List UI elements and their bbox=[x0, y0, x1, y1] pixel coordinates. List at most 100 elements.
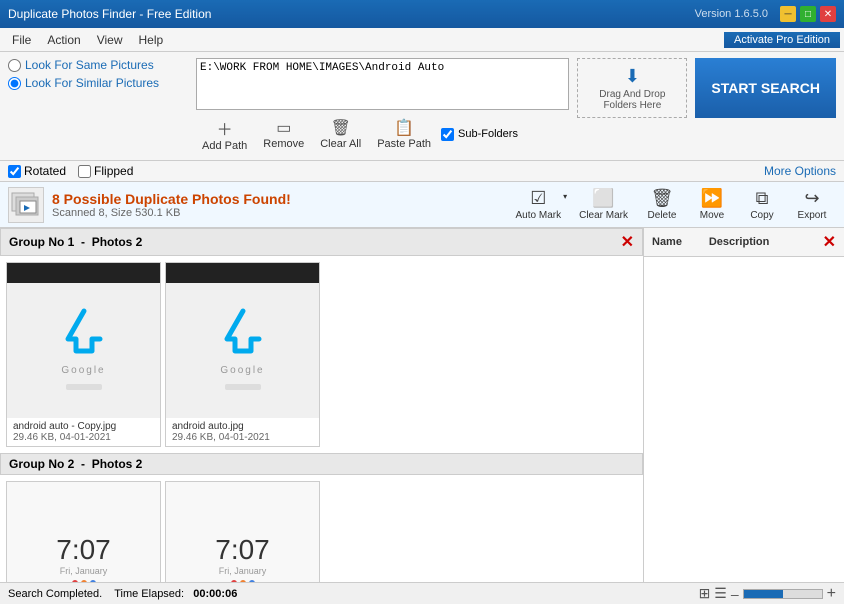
results-icon bbox=[8, 187, 44, 223]
group-2-photos: 7:07 Fri, January photo3.jpg 25.00 KB, 0… bbox=[0, 475, 643, 582]
clock-time: 7:07 bbox=[56, 534, 111, 566]
look-for-similar-radio[interactable] bbox=[8, 77, 21, 90]
auto-mark-icon: ☑ bbox=[530, 188, 546, 209]
search-radio-options: Look For Same Pictures Look For Similar … bbox=[8, 58, 188, 90]
copy-button[interactable]: ⧉ Copy bbox=[738, 186, 786, 223]
delete-icon: 🗑 bbox=[651, 188, 674, 209]
table-row[interactable]: Google android auto.jpg 29.46 KB, 04-01-… bbox=[165, 262, 320, 447]
more-options-link[interactable]: More Options bbox=[764, 164, 836, 178]
results-subtitle: Scanned 8, Size 530.1 KB bbox=[52, 207, 500, 219]
drag-drop-icon: ⬇ bbox=[625, 66, 640, 87]
sub-folders-checkbox[interactable] bbox=[441, 128, 454, 141]
zoom-out-icon[interactable]: – bbox=[731, 586, 739, 602]
group-1-header[interactable]: Group No 1 - Photos 2 ✕ bbox=[0, 228, 643, 256]
menu-help[interactable]: Help bbox=[131, 31, 172, 49]
title-bar: Duplicate Photos Finder - Free Edition V… bbox=[0, 0, 844, 28]
aa-google-text-2: Google bbox=[220, 365, 264, 376]
zoom-fill bbox=[744, 590, 783, 598]
photo-1-meta: 29.46 KB, 04-01-2021 bbox=[13, 432, 154, 443]
photo-topbar bbox=[7, 263, 160, 283]
group-2-header[interactable]: Group No 2 - Photos 2 bbox=[0, 453, 643, 475]
table-row[interactable]: 7:07 Fri, January photo3.jpg 25.00 KB, 0… bbox=[6, 481, 161, 582]
groups-container: Group No 1 - Photos 2 ✕ bbox=[0, 228, 643, 582]
results-bar: 8 Possible Duplicate Photos Found! Scann… bbox=[0, 182, 844, 228]
delete-button[interactable]: 🗑 Delete bbox=[638, 186, 686, 223]
group-1: Group No 1 - Photos 2 ✕ bbox=[0, 228, 643, 453]
sub-folders-label[interactable]: Sub-Folders bbox=[458, 128, 518, 140]
photo2-topbar bbox=[166, 263, 319, 283]
clear-mark-button[interactable]: ⬜ Clear Mark bbox=[571, 186, 636, 223]
photo-1-info: android auto - Copy.jpg 29.46 KB, 04-01-… bbox=[7, 418, 160, 446]
flipped-checkbox[interactable] bbox=[78, 165, 91, 178]
move-icon: ⏩ bbox=[701, 188, 723, 209]
look-for-same-label[interactable]: Look For Same Pictures bbox=[25, 58, 154, 72]
photo-1-name: android auto - Copy.jpg bbox=[13, 421, 154, 432]
zoom-slider[interactable] bbox=[743, 589, 823, 599]
look-for-same-row: Look For Same Pictures bbox=[8, 58, 188, 72]
photo-1-thumb: Google bbox=[7, 263, 160, 418]
desc-col-header: Description bbox=[709, 236, 823, 248]
copy-icon: ⧉ bbox=[756, 188, 769, 209]
aa-arrow-icon-2 bbox=[213, 301, 273, 361]
add-path-icon: ＋ bbox=[217, 116, 233, 140]
maximize-button[interactable]: □ bbox=[800, 6, 816, 22]
export-button[interactable]: ↪ Export bbox=[788, 186, 836, 223]
activate-pro-button[interactable]: Activate Pro Edition bbox=[724, 32, 840, 48]
group-1-label: Group No 1 - Photos 2 bbox=[9, 235, 142, 249]
table-row[interactable]: Google android auto - Copy.jpg 29.46 KB,… bbox=[6, 262, 161, 447]
photo-4-thumb: 7:07 Fri, January bbox=[166, 482, 319, 582]
table-row[interactable]: 7:07 Fri, January photo4.jpg 25.00 KB, 0… bbox=[165, 481, 320, 582]
photo-2-info: android auto.jpg 29.46 KB, 04-01-2021 bbox=[166, 418, 319, 446]
remove-icon: ▭ bbox=[276, 118, 291, 138]
remove-button[interactable]: ▭ Remove bbox=[257, 116, 310, 152]
add-path-button[interactable]: ＋ Add Path bbox=[196, 114, 253, 154]
list-view-icon[interactable]: ☰ bbox=[714, 585, 727, 602]
grid-view-icon[interactable]: ⊞ bbox=[699, 585, 711, 602]
photo-3-thumb: 7:07 Fri, January bbox=[7, 482, 160, 582]
status-bar: Search Completed. Time Elapsed: 00:00:06… bbox=[0, 582, 844, 604]
right-panel-close-icon[interactable]: ✕ bbox=[823, 232, 836, 252]
right-panel-header: Name Description ✕ bbox=[644, 228, 844, 257]
right-panel: Name Description ✕ bbox=[644, 228, 844, 582]
app-title: Duplicate Photos Finder - Free Edition bbox=[8, 7, 211, 21]
clock-sub: Fri, January bbox=[60, 566, 108, 576]
drag-drop-text2: Folders Here bbox=[603, 100, 661, 111]
flipped-label[interactable]: Flipped bbox=[78, 164, 133, 178]
start-search-button[interactable]: START SEARCH bbox=[695, 58, 836, 118]
move-button[interactable]: ⏩ Move bbox=[688, 186, 736, 223]
group-2: Group No 2 - Photos 2 7:07 Fri, January bbox=[0, 453, 643, 582]
auto-mark-button[interactable]: ☑ Auto Mark ▾ bbox=[508, 186, 570, 223]
results-text: 8 Possible Duplicate Photos Found! Scann… bbox=[52, 191, 500, 219]
photo-thumb-content-2: Google bbox=[166, 263, 319, 418]
drag-drop-area[interactable]: ⬇ Drag And Drop Folders Here bbox=[577, 58, 687, 118]
paste-path-button[interactable]: 📋 Paste Path bbox=[371, 116, 437, 152]
paste-path-icon: 📋 bbox=[394, 118, 414, 138]
export-icon: ↪ bbox=[804, 188, 819, 209]
rotated-label[interactable]: Rotated bbox=[8, 164, 66, 178]
look-for-same-radio[interactable] bbox=[8, 59, 21, 72]
check-options-row: Rotated Flipped More Options bbox=[0, 161, 844, 182]
close-button[interactable]: ✕ bbox=[820, 6, 836, 22]
main-content: Group No 1 - Photos 2 ✕ bbox=[0, 228, 844, 582]
menu-action[interactable]: Action bbox=[39, 31, 88, 49]
photo-2-thumb: Google bbox=[166, 263, 319, 418]
group-1-close-icon[interactable]: ✕ bbox=[621, 232, 634, 252]
menu-view[interactable]: View bbox=[89, 31, 131, 49]
menu-file[interactable]: File bbox=[4, 31, 39, 49]
path-buttons: ＋ Add Path ▭ Remove 🗑 Clear All 📋 Paste … bbox=[196, 114, 569, 154]
group-2-label: Group No 2 - Photos 2 bbox=[9, 457, 142, 471]
clear-all-button[interactable]: 🗑 Clear All bbox=[314, 116, 367, 152]
rotated-checkbox[interactable] bbox=[8, 165, 21, 178]
version-label: Version 1.6.5.0 bbox=[695, 8, 768, 20]
aa-bar-2 bbox=[225, 384, 261, 390]
zoom-in-icon[interactable]: + bbox=[827, 585, 836, 603]
subfolder-row: Sub-Folders bbox=[441, 128, 518, 141]
status-text: Search Completed. Time Elapsed: 00:00:06 bbox=[8, 588, 691, 600]
path-input[interactable]: E:\WORK FROM HOME\IMAGES\Android Auto bbox=[196, 58, 569, 110]
android-auto-logo-2: Google bbox=[213, 301, 273, 390]
left-panel: Group No 1 - Photos 2 ✕ bbox=[0, 228, 644, 582]
look-for-similar-label[interactable]: Look For Similar Pictures bbox=[25, 76, 159, 90]
clock-sub-2: Fri, January bbox=[219, 566, 267, 576]
minimize-button[interactable]: ─ bbox=[780, 6, 796, 22]
aa-arrow-icon bbox=[54, 301, 114, 361]
